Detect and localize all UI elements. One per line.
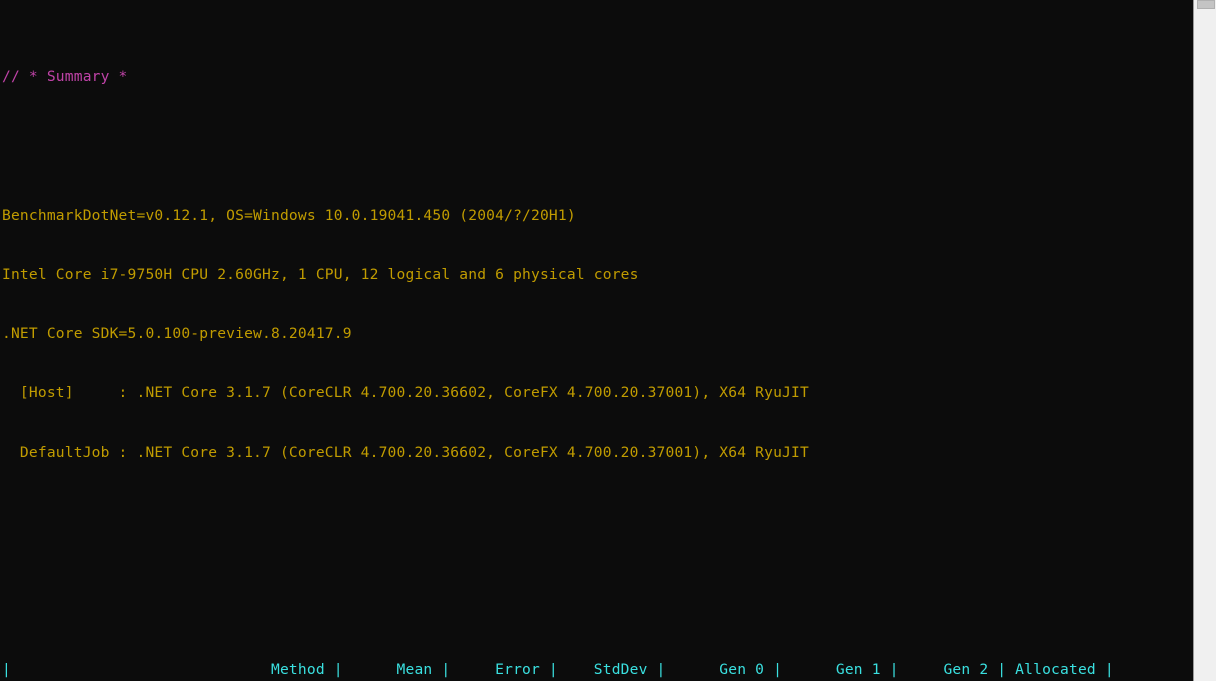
env-benchmarkdotnet-line: BenchmarkDotNet=v0.12.1, OS=Windows 10.0…: [2, 206, 576, 224]
vertical-scrollbar[interactable]: [1193, 0, 1216, 681]
console-window: // * Summary * BenchmarkDotNet=v0.12.1, …: [0, 0, 1216, 681]
results-table-header: | Method | Mean | Error | StdDev | Gen 0…: [2, 660, 1114, 678]
env-cpu-line: Intel Core i7-9750H CPU 2.60GHz, 1 CPU, …: [2, 265, 639, 283]
console-text-body: // * Summary * BenchmarkDotNet=v0.12.1, …: [2, 8, 1192, 681]
terminal-output-pane[interactable]: // * Summary * BenchmarkDotNet=v0.12.1, …: [0, 0, 1193, 681]
scrollbar-thumb[interactable]: [1197, 0, 1215, 9]
summary-header: // * Summary *: [2, 68, 128, 86]
scrollbar-track[interactable]: [1195, 0, 1215, 681]
env-defaultjob-line: DefaultJob : .NET Core 3.1.7 (CoreCLR 4.…: [2, 443, 809, 461]
env-sdk-line: .NET Core SDK=5.0.100-preview.8.20417.9: [2, 325, 352, 342]
env-host-line: [Host] : .NET Core 3.1.7 (CoreCLR 4.700.…: [2, 384, 809, 402]
